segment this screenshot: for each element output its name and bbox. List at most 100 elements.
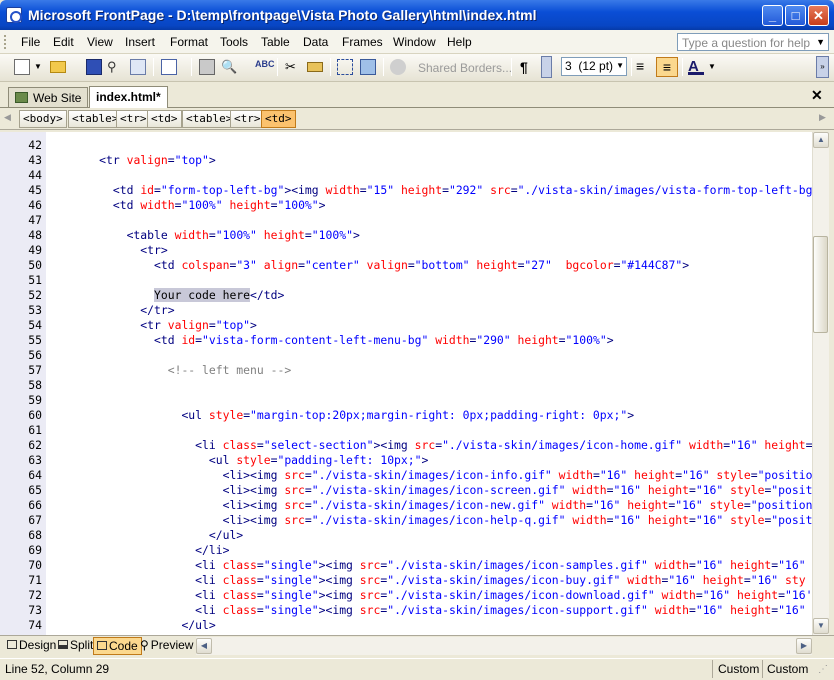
code-line[interactable]: 53 </tr>: [0, 303, 812, 318]
horizontal-scrollbar[interactable]: ◀ ▶: [196, 637, 812, 655]
menu-view[interactable]: View: [87, 35, 113, 49]
code-line[interactable]: 50 <td colspan="3" align="center" valign…: [0, 258, 812, 273]
scroll-right-icon[interactable]: ▶: [796, 638, 812, 654]
code-line[interactable]: 62 <li class="select-section"><img src="…: [0, 438, 812, 453]
code-line[interactable]: 63 <ul style="padding-left: 10px;">: [0, 453, 812, 468]
code-line[interactable]: 44: [0, 168, 812, 183]
align-center-icon[interactable]: ≡: [656, 57, 678, 77]
scroll-up-icon[interactable]: ▲: [813, 132, 829, 148]
tab-index-html[interactable]: index.html*: [89, 86, 168, 109]
menu-insert[interactable]: Insert: [125, 35, 155, 49]
code-line[interactable]: 66 <li><img src="./vista-skin/images/ico…: [0, 498, 812, 513]
shared-borders-button[interactable]: Shared Borders...: [418, 61, 512, 75]
tag-tr[interactable]: <tr>: [230, 110, 265, 128]
code-line[interactable]: 70 <li class="single"><img src="./vista-…: [0, 558, 812, 573]
show-all-button[interactable]: ¶: [520, 59, 528, 75]
spelling-icon[interactable]: ABC: [255, 59, 275, 75]
save-icon[interactable]: [86, 59, 102, 75]
code-line[interactable]: 68 </ul>: [0, 528, 812, 543]
menu-tools[interactable]: Tools: [220, 35, 248, 49]
view-code-button[interactable]: Code: [93, 637, 142, 655]
cut-icon[interactable]: ✂: [285, 59, 301, 75]
menubar-grip[interactable]: [4, 35, 7, 49]
toolbar-overflow-icon[interactable]: »: [816, 56, 829, 78]
menu-file[interactable]: File: [21, 35, 40, 49]
publish-icon[interactable]: [130, 59, 146, 75]
font-color-icon[interactable]: A: [688, 59, 704, 75]
frontpage-app-icon[interactable]: [6, 7, 22, 23]
code-line[interactable]: 72 <li class="single"><img src="./vista-…: [0, 588, 812, 603]
code-line[interactable]: 60 <ul style="margin-top:20px;margin-rig…: [0, 408, 812, 423]
code-line[interactable]: 54 <tr valign="top">: [0, 318, 812, 333]
code-line[interactable]: 71 <li class="single"><img src="./vista-…: [0, 573, 812, 588]
menu-frames[interactable]: Frames: [342, 35, 383, 49]
ask-dropdown-icon[interactable]: ▼: [816, 37, 825, 47]
toolbar-options-grip[interactable]: [541, 56, 552, 78]
tag-tr[interactable]: <tr>: [116, 110, 151, 128]
layer-icon[interactable]: [337, 59, 353, 75]
tag-scroll-left-icon[interactable]: ◀: [4, 112, 11, 123]
code-line[interactable]: 43 <tr valign="top">: [0, 153, 812, 168]
code-line[interactable]: 64 <li><img src="./vista-skin/images/ico…: [0, 468, 812, 483]
view-preview-button[interactable]: ⚲ Preview: [137, 637, 196, 655]
code-editor[interactable]: 42 43 <tr valign="top"> 44 45 <td id="form-…: [0, 132, 812, 635]
insert-picture-icon[interactable]: [360, 59, 376, 75]
code-line[interactable]: 46 <td width="100%" height="100%">: [0, 198, 812, 213]
scroll-left-icon[interactable]: ◀: [196, 638, 212, 654]
menu-table[interactable]: Table: [261, 35, 290, 49]
view-split-button[interactable]: Split: [55, 637, 96, 655]
tag-body[interactable]: <body>: [19, 110, 67, 128]
code-line[interactable]: 65 <li><img src="./vista-skin/images/ico…: [0, 483, 812, 498]
preview-in-browser-icon[interactable]: 🔍: [221, 59, 237, 75]
close-document-icon[interactable]: ✕: [811, 87, 823, 104]
menu-data[interactable]: Data: [303, 35, 328, 49]
open-folder-icon[interactable]: [50, 61, 66, 73]
close-button[interactable]: ✕: [808, 5, 829, 26]
status-custom-2[interactable]: Custom: [767, 662, 808, 676]
tag-table[interactable]: <table>: [182, 110, 237, 128]
font-size-dropdown-icon[interactable]: ▼: [616, 61, 624, 70]
code-line[interactable]: 55 <td id="vista-form-content-left-menu-…: [0, 333, 812, 348]
new-dropdown-icon[interactable]: ▼: [34, 59, 42, 75]
tag-td-selected[interactable]: <td>: [261, 110, 296, 128]
minimize-button[interactable]: _: [762, 5, 783, 26]
font-size-select[interactable]: 3 (12 pt) ▼: [561, 57, 627, 76]
code-line[interactable]: 42: [0, 138, 812, 153]
code-line[interactable]: 57 <!-- left menu -->: [0, 363, 812, 378]
code-line[interactable]: 48 <table width="100%" height="100%">: [0, 228, 812, 243]
menu-edit[interactable]: Edit: [53, 35, 74, 49]
maximize-button[interactable]: □: [785, 5, 806, 26]
ask-question-box[interactable]: Type a question for help ▼: [677, 33, 829, 51]
code-line[interactable]: 73 <li class="single"><img src="./vista-…: [0, 603, 812, 618]
format-painter-icon[interactable]: [307, 62, 323, 72]
tab-web-site[interactable]: Web Site: [8, 87, 89, 107]
code-line[interactable]: 52 Your code here</td>: [0, 288, 812, 303]
scroll-down-icon[interactable]: ▼: [813, 618, 829, 634]
vertical-scrollbar[interactable]: ▲ ▼: [812, 132, 829, 635]
menu-format[interactable]: Format: [170, 35, 208, 49]
code-line[interactable]: 69 </li>: [0, 543, 812, 558]
code-line[interactable]: 61: [0, 423, 812, 438]
code-line[interactable]: 74 </ul>: [0, 618, 812, 633]
code-line[interactable]: 45 <td id="form-top-left-bg"><img width=…: [0, 183, 812, 198]
status-custom-1[interactable]: Custom: [718, 662, 759, 676]
view-design-button[interactable]: Design: [4, 637, 59, 655]
print-icon[interactable]: [199, 59, 215, 75]
web-component-icon[interactable]: [161, 59, 177, 75]
tag-scroll-right-icon[interactable]: ▶: [819, 112, 826, 123]
find-binoculars-icon[interactable]: ⚲: [107, 59, 123, 75]
resize-grip-icon[interactable]: ⋰: [818, 664, 828, 675]
tag-td[interactable]: <td>: [147, 110, 182, 128]
menu-window[interactable]: Window: [393, 35, 436, 49]
code-line[interactable]: 47: [0, 213, 812, 228]
align-left-icon[interactable]: ≡: [636, 59, 652, 75]
code-line[interactable]: 67 <li><img src="./vista-skin/images/ico…: [0, 513, 812, 528]
vertical-scroll-thumb[interactable]: [813, 236, 828, 333]
code-line[interactable]: 51: [0, 273, 812, 288]
new-page-icon[interactable]: [14, 59, 30, 75]
code-line[interactable]: 59: [0, 393, 812, 408]
code-line[interactable]: 56: [0, 348, 812, 363]
tag-table[interactable]: <table>: [68, 110, 123, 128]
menu-help[interactable]: Help: [447, 35, 472, 49]
shared-borders-icon[interactable]: [390, 59, 406, 75]
